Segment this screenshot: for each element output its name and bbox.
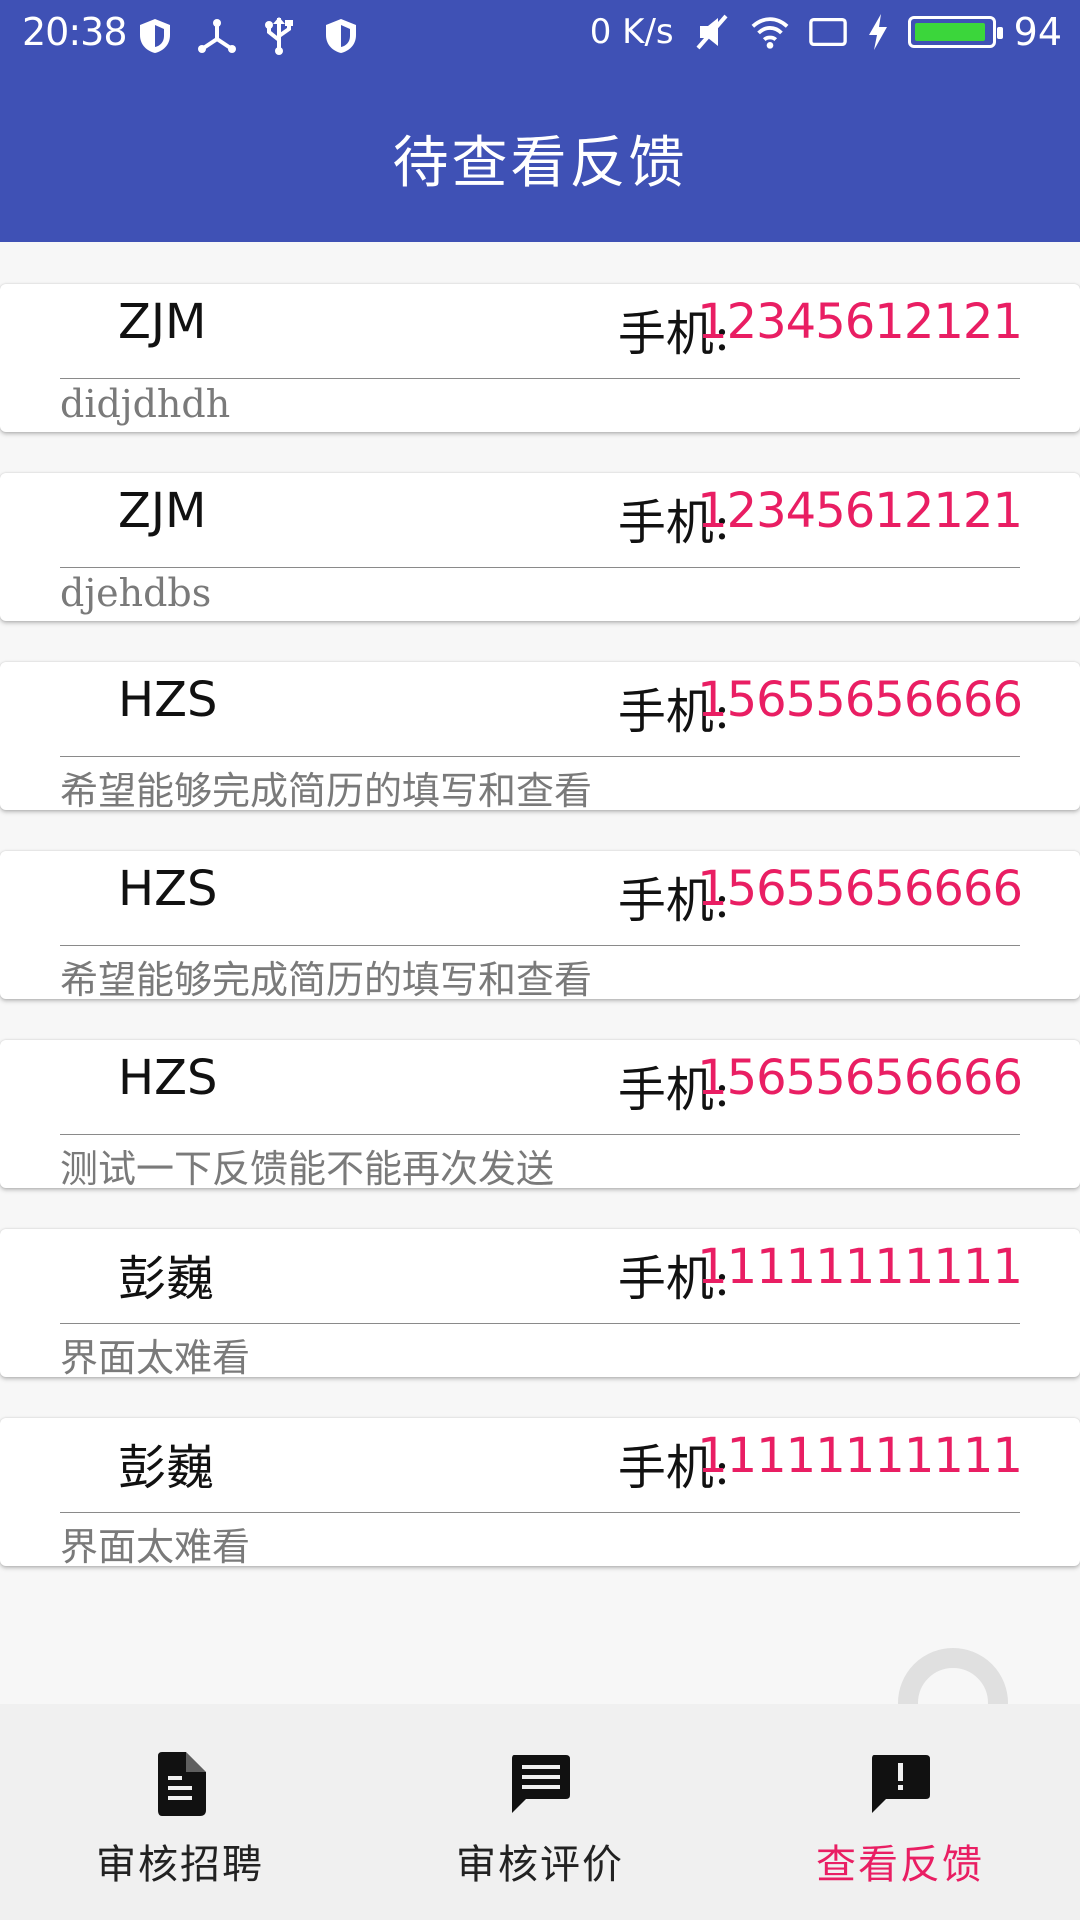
nav-review-comments[interactable]: 审核评价 <box>360 1704 720 1920</box>
page-title: 待查看反馈 <box>392 131 688 196</box>
app-header: 20:38 0 K/s 94 待查看反馈 <box>0 0 1080 242</box>
feedback-card[interactable]: 彭巍 手机: 11111111111 界面太难看 <box>0 1418 1080 1569</box>
feedback-phone-number: 12345612121 <box>697 294 1023 350</box>
status-time: 20:38 <box>22 10 128 54</box>
feedback-phone-number: 15655656666 <box>697 861 1023 917</box>
usb-share-icon <box>197 16 237 56</box>
feedback-phone-number: 11111111111 <box>697 1428 1023 1484</box>
nav-review-jobs[interactable]: 审核招聘 <box>0 1704 360 1920</box>
feedback-card[interactable]: HZS 手机: 15655656666 希望能够完成简历的填写和查看 <box>0 662 1080 813</box>
feedback-card[interactable]: ZJM 手机: 12345612121 djehdbs <box>0 473 1080 621</box>
battery-icon <box>907 16 1003 48</box>
feedback-message: 测试一下反馈能不能再次发送 <box>60 1147 555 1191</box>
feedback-message: 界面太难看 <box>60 1336 251 1380</box>
status-right-icons: 0 K/s 94 <box>590 10 1062 54</box>
feedback-user-name: ZJM <box>118 483 207 539</box>
shield-icon <box>321 16 361 56</box>
card-divider <box>60 756 1020 757</box>
feedback-card[interactable]: 彭巍 手机: 11111111111 界面太难看 <box>0 1229 1080 1380</box>
feedback-user-name: HZS <box>118 1050 218 1106</box>
mute-icon <box>692 12 732 52</box>
feedback-message: didjdhdh <box>60 382 231 426</box>
feedback-user-name: HZS <box>118 672 218 728</box>
feedback-message: djehdbs <box>60 571 212 615</box>
battery-fill <box>914 23 985 41</box>
card-divider <box>60 567 1020 568</box>
shield-icon <box>135 16 175 56</box>
battery-tip <box>996 27 1003 39</box>
card-divider <box>60 1512 1020 1513</box>
feedback-message: 希望能够完成简历的填写和查看 <box>60 958 593 1002</box>
feedback-message: 希望能够完成简历的填写和查看 <box>60 769 593 813</box>
feedback-user-name: 彭巍 <box>118 1440 215 1496</box>
bottom-navigation: 审核招聘 审核评价 查看反馈 <box>0 1704 1080 1920</box>
feedback-phone-number: 15655656666 <box>697 672 1023 728</box>
feedback-card[interactable]: HZS 手机: 15655656666 测试一下反馈能不能再次发送 <box>0 1040 1080 1191</box>
nav-label: 审核评价 <box>456 1842 624 1888</box>
nav-view-feedback[interactable]: 查看反馈 <box>720 1704 1080 1920</box>
feedback-phone-number: 12345612121 <box>697 483 1023 539</box>
status-bar: 20:38 0 K/s 94 <box>0 0 1080 76</box>
nav-label: 查看反馈 <box>816 1842 984 1888</box>
wifi-icon <box>750 12 790 52</box>
card-divider <box>60 945 1020 946</box>
feedback-card[interactable]: ZJM 手机: 12345612121 didjdhdh <box>0 284 1080 432</box>
feedback-phone-number: 11111111111 <box>697 1239 1023 1295</box>
card-divider <box>60 1134 1020 1135</box>
card-divider <box>60 1323 1020 1324</box>
charging-icon <box>866 12 890 52</box>
message-icon <box>500 1744 580 1824</box>
card-divider <box>60 378 1020 379</box>
status-left-icons <box>135 16 361 56</box>
feedback-phone-number: 15655656666 <box>697 1050 1023 1106</box>
document-icon <box>140 1744 220 1824</box>
usb-icon <box>259 16 299 56</box>
nav-label: 审核招聘 <box>96 1842 264 1888</box>
feedback-icon <box>860 1744 940 1824</box>
feedback-user-name: HZS <box>118 861 218 917</box>
feedback-user-name: 彭巍 <box>118 1251 215 1307</box>
feedback-user-name: ZJM <box>118 294 207 350</box>
battery-level: 94 <box>1013 10 1062 54</box>
feedback-card[interactable]: HZS 手机: 15655656666 希望能够完成简历的填写和查看 <box>0 851 1080 1002</box>
network-speed: 0 K/s <box>589 12 674 52</box>
screen-icon <box>808 12 848 52</box>
feedback-message: 界面太难看 <box>60 1525 251 1569</box>
